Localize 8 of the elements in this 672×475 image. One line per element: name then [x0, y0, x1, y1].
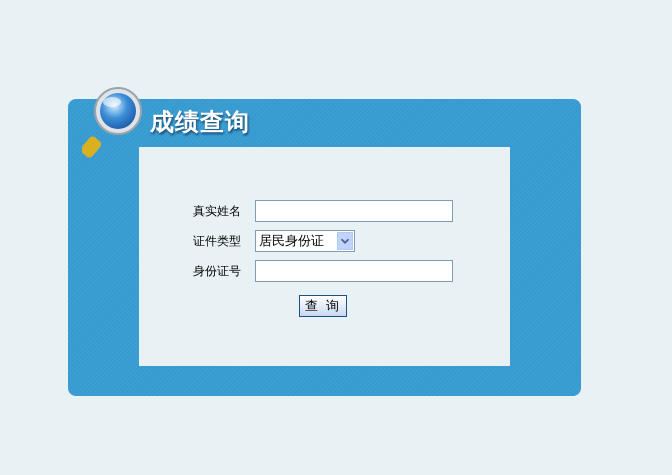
field-label: 证件类型 — [193, 233, 242, 250]
field-label: 真实姓名 — [193, 203, 242, 220]
field-label: 身份证号 — [193, 263, 242, 280]
input-field[interactable] — [255, 200, 453, 222]
query-button[interactable]: 查 询 — [299, 294, 347, 317]
id-type-select[interactable]: 居民身份证 — [255, 230, 355, 252]
page-title: 成绩查询 — [150, 108, 250, 138]
input-field[interactable] — [255, 260, 453, 282]
